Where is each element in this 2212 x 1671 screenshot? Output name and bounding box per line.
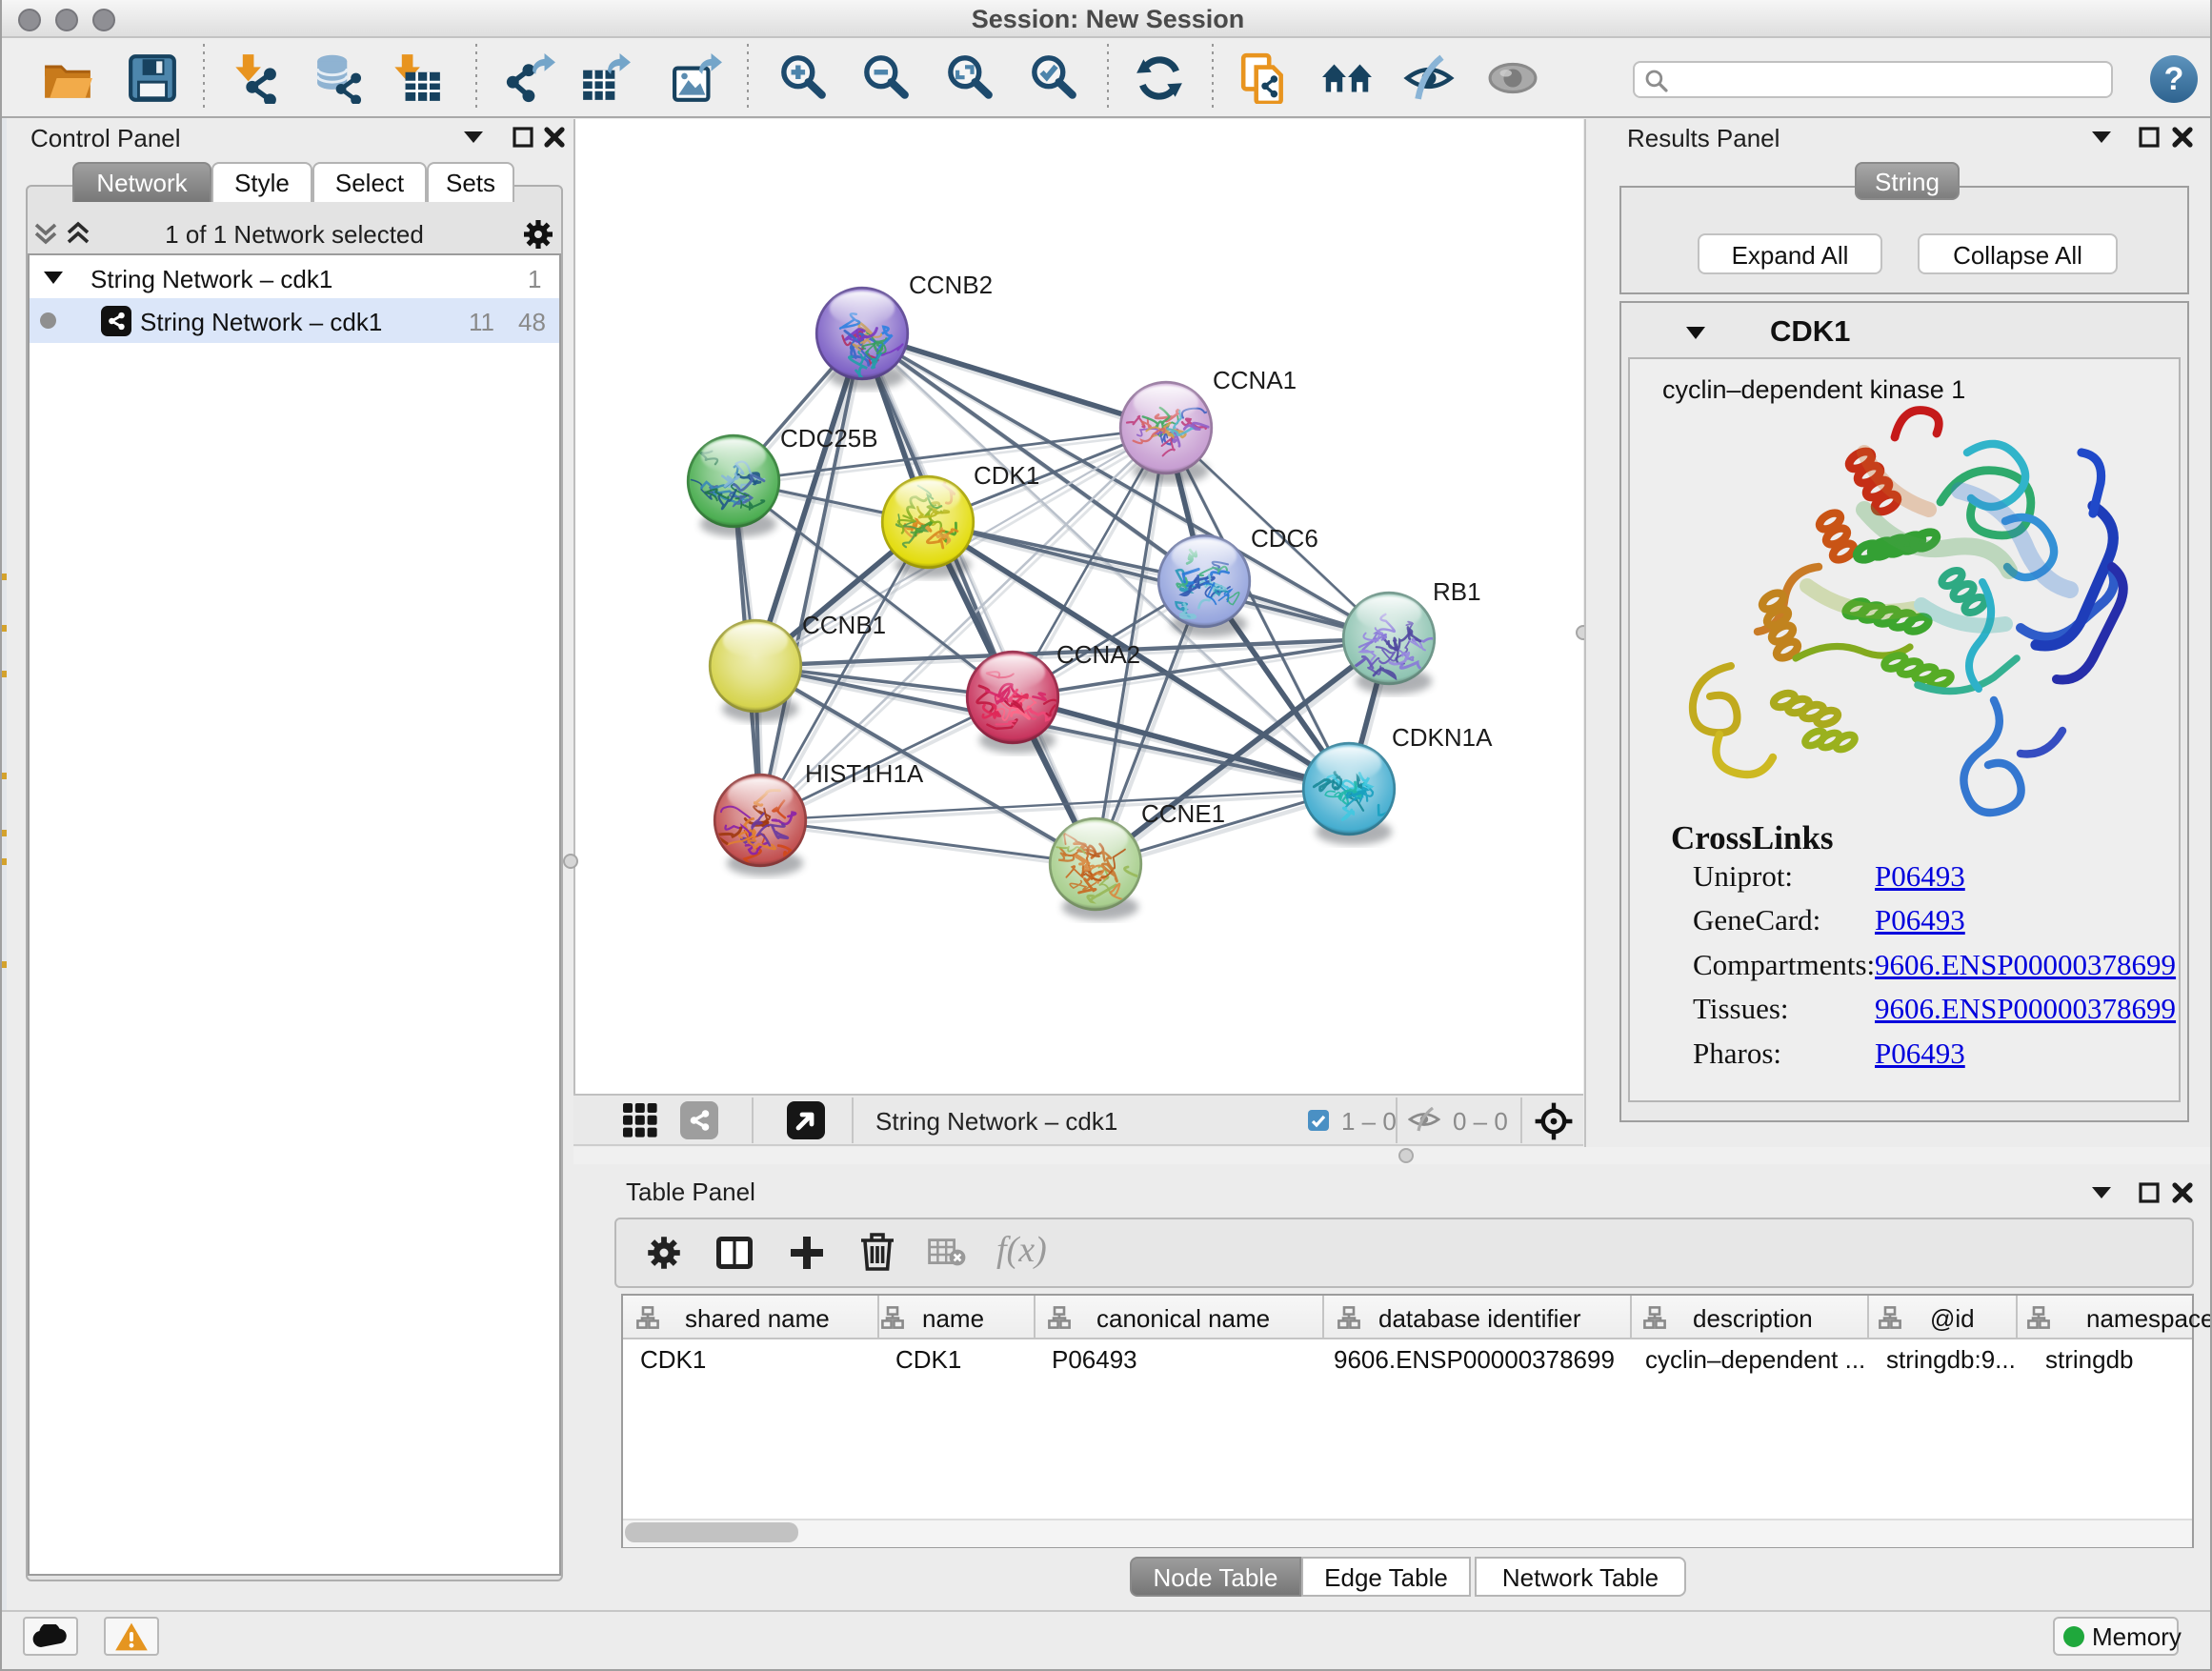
svg-text:CDKN1A: CDKN1A [1392, 723, 1493, 752]
svg-text:CDK1: CDK1 [974, 461, 1039, 490]
svg-text:CCNB2: CCNB2 [909, 271, 993, 299]
svg-text:CCNA1: CCNA1 [1213, 366, 1297, 394]
svg-text:CDC6: CDC6 [1251, 524, 1318, 553]
svg-text:CDC25B: CDC25B [780, 424, 878, 453]
svg-text:CCNA2: CCNA2 [1056, 640, 1140, 669]
svg-text:CCNE1: CCNE1 [1141, 799, 1225, 828]
svg-text:HIST1H1A: HIST1H1A [805, 759, 924, 788]
svg-text:CCNB1: CCNB1 [802, 611, 886, 639]
svg-text:RB1: RB1 [1433, 577, 1481, 606]
